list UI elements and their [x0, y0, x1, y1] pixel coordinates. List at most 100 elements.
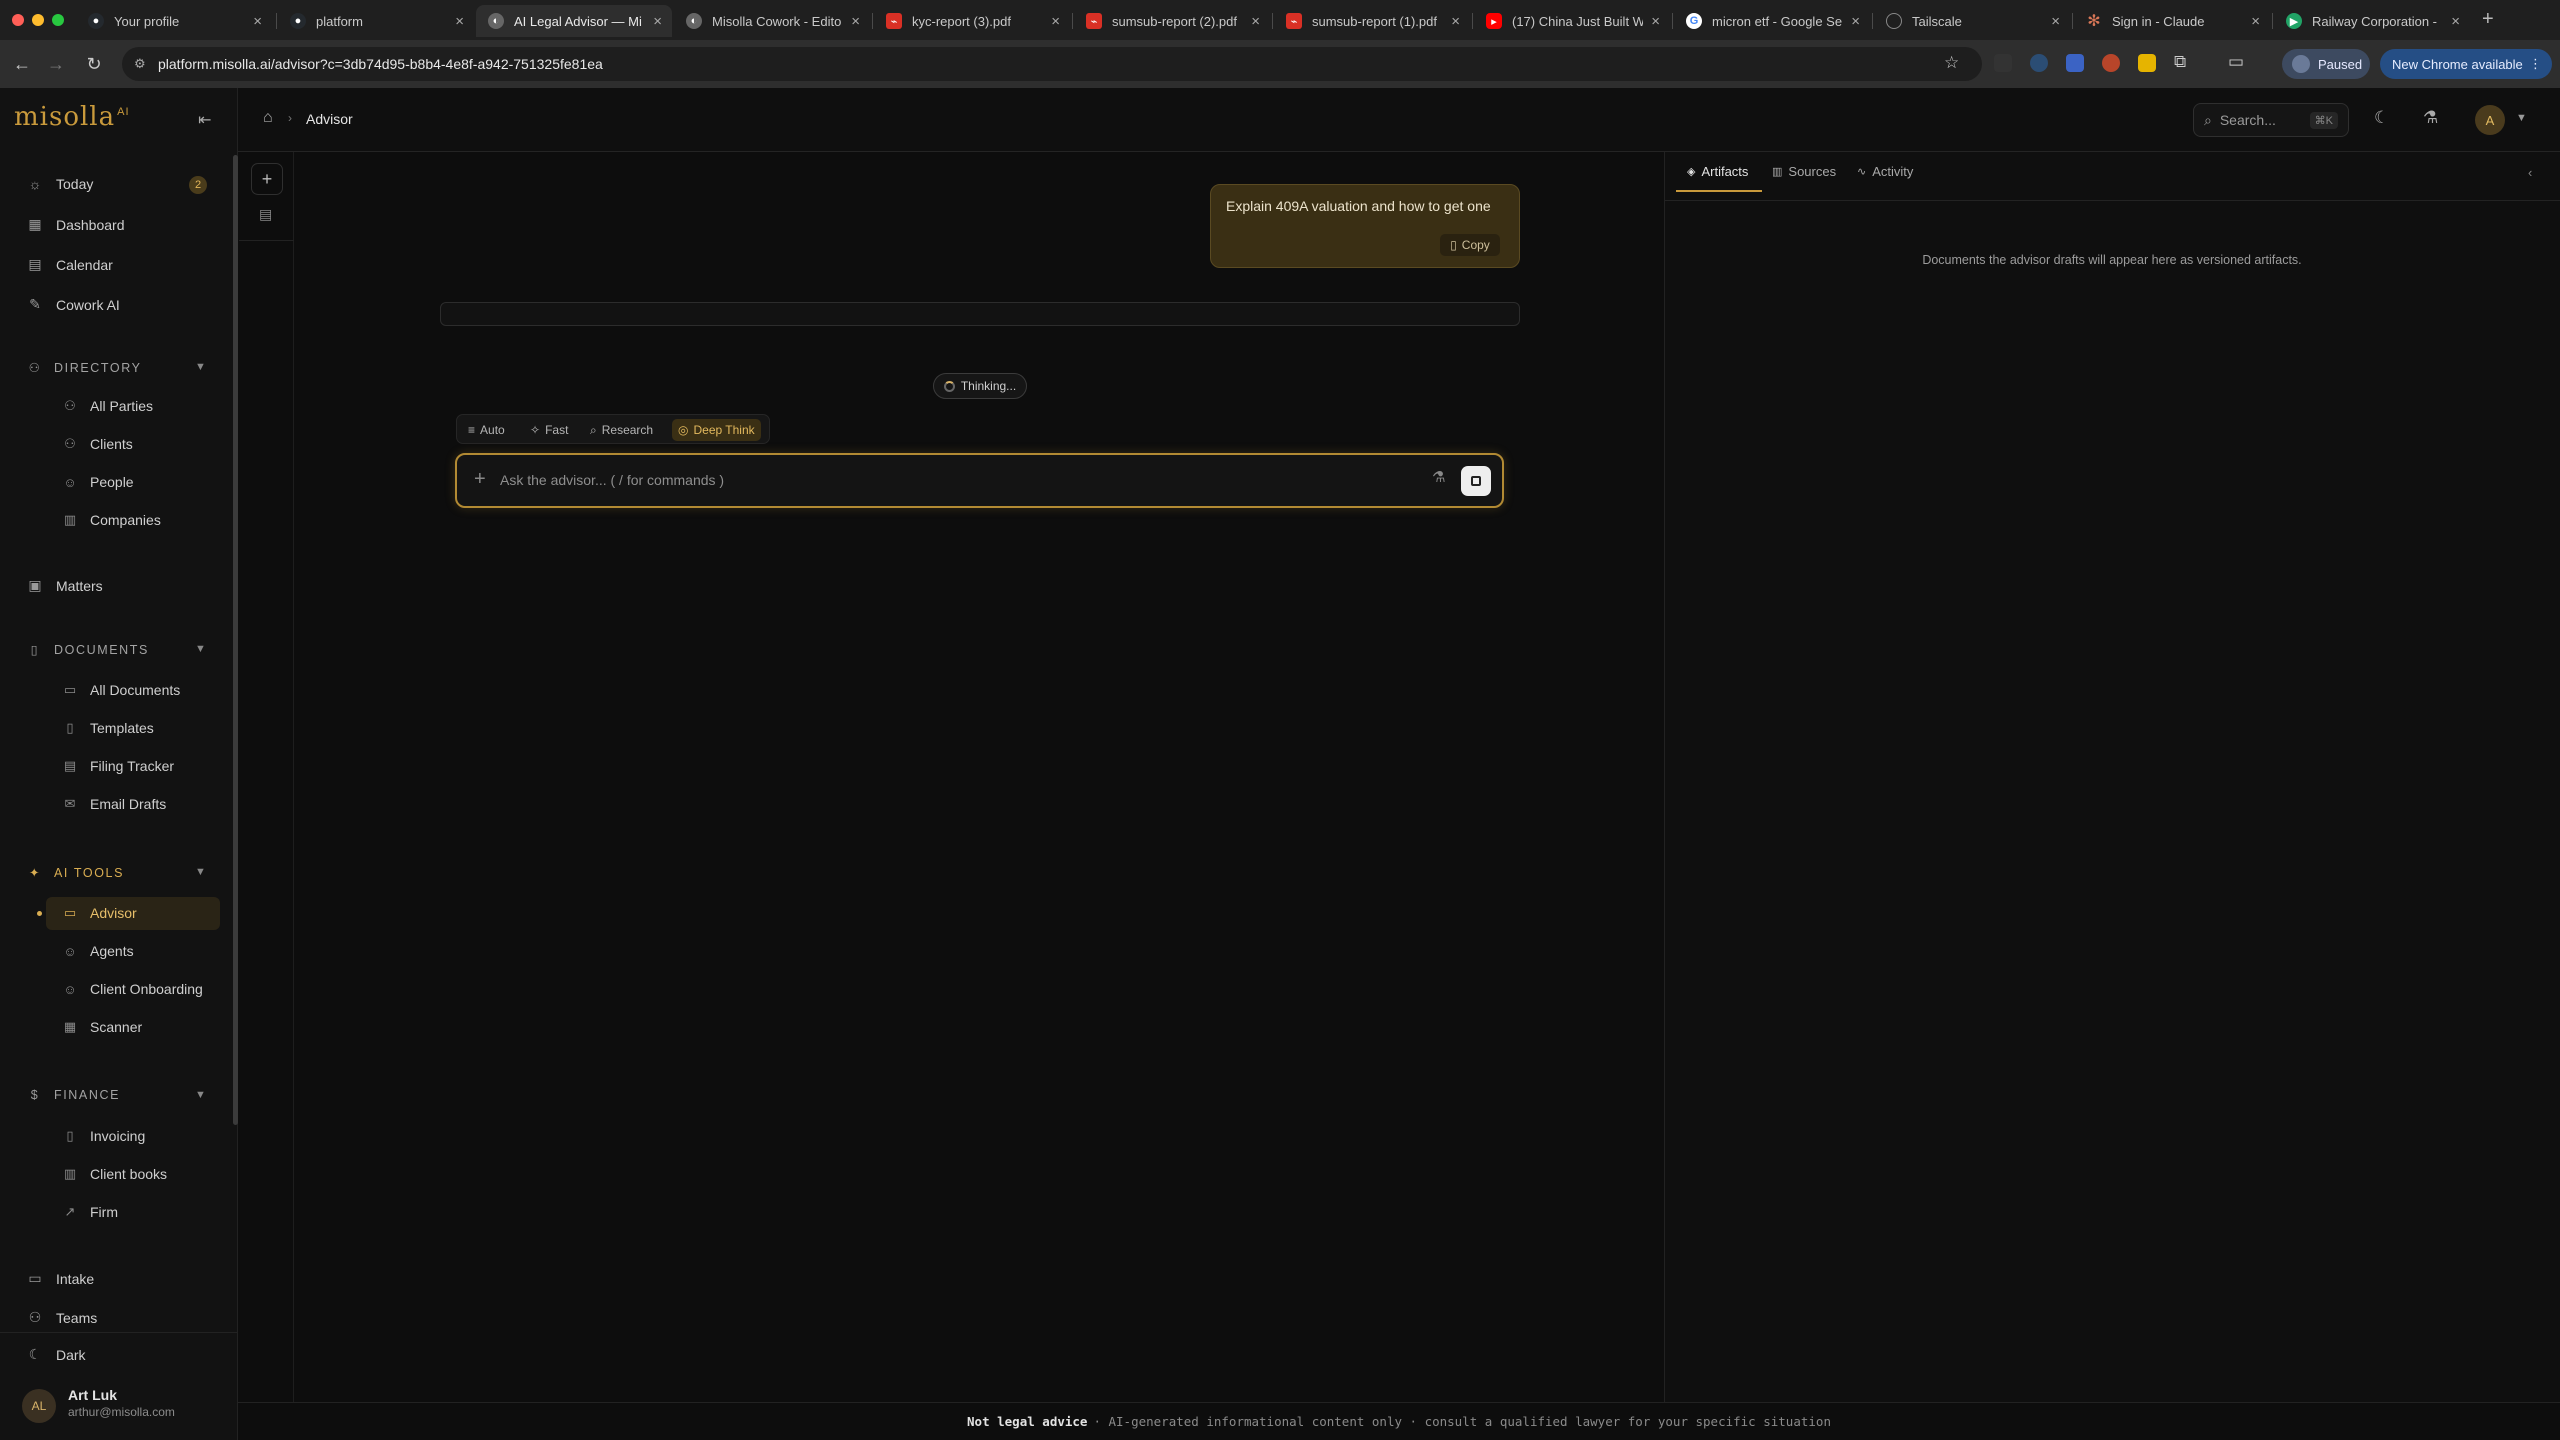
disclaimer-bold: Not legal advice [967, 1414, 1088, 1429]
close-tab-icon[interactable]: × [455, 13, 464, 30]
mode-deep-think[interactable]: ◎ Deep Think [672, 419, 761, 441]
browser-tab[interactable]: ⌁ sumsub-report (2).pdf × [1074, 5, 1270, 37]
forward-icon[interactable]: → [44, 52, 68, 76]
browser-tab[interactable]: ▶ Railway Corporation - × [2274, 5, 2470, 37]
sidebar-item-teams[interactable]: ⚇ Teams [26, 1309, 98, 1326]
sidebar-item-firm[interactable]: ↗ Firm [62, 1204, 118, 1220]
sidebar-item-advisor[interactable]: ▭ Advisor [62, 905, 137, 921]
mode-fast[interactable]: ✧ Fast [524, 419, 574, 441]
minimize-window-button[interactable] [32, 14, 44, 26]
maximize-window-button[interactable] [52, 14, 64, 26]
sidebar-item-email-drafts[interactable]: ✉ Email Drafts [62, 796, 167, 812]
chevron-down-icon[interactable]: ▼ [195, 643, 206, 655]
puzzle-extensions-icon[interactable]: ⧉ [2174, 52, 2186, 72]
sidebar-item-all-documents[interactable]: ▭ All Documents [62, 682, 180, 698]
flask-icon[interactable]: ⚗ [2423, 108, 2438, 128]
misolla-logo[interactable]: misolla AI [14, 102, 130, 132]
new-chat-button[interactable]: + [251, 163, 283, 195]
section-finance[interactable]: $ FINANCE [26, 1088, 120, 1102]
close-tab-icon[interactable]: × [653, 13, 662, 30]
sidebar-item-dashboard[interactable]: ▦ Dashboard [26, 216, 124, 233]
sidebar-item-companies[interactable]: ▥ Companies [62, 512, 161, 528]
close-tab-icon[interactable]: × [851, 13, 860, 30]
close-tab-icon[interactable]: × [1051, 13, 1060, 30]
global-search[interactable]: ⌕ Search... ⌘K [2193, 103, 2349, 137]
browser-tab[interactable]: Gmicron etf - Google Se × [1674, 5, 1870, 37]
copy-message-button[interactable]: ▯ Copy [1440, 234, 1500, 256]
attach-plus-icon[interactable]: + [474, 468, 486, 491]
close-tab-icon[interactable]: × [1651, 13, 1660, 30]
browser-tab[interactable]: ● Your profile × [76, 5, 272, 37]
sidebar-item-client-onboarding[interactable]: ☺ Client Onboarding [62, 981, 203, 997]
sidebar-item-client-books[interactable]: ▥ Client books [62, 1166, 167, 1182]
back-icon[interactable]: ← [10, 52, 34, 76]
close-tab-icon[interactable]: × [1451, 13, 1460, 30]
close-tab-icon[interactable]: × [253, 13, 262, 30]
tab-activity[interactable]: ∿ Activity [1857, 164, 1913, 179]
browser-tab[interactable]: ▸ (17) China Just Built W × [1474, 5, 1670, 37]
user-avatar[interactable]: AL [22, 1389, 56, 1423]
browser-tab[interactable]: ✻ Sign in - Claude × [2074, 5, 2270, 37]
sidebar-item-scanner[interactable]: ▦ Scanner [62, 1019, 142, 1035]
sidebar-item-matters[interactable]: ▣ Matters [26, 577, 102, 594]
flask-icon[interactable]: ⚗ [1432, 468, 1445, 486]
browser-tab[interactable]: ● platform × [278, 5, 474, 37]
mode-research[interactable]: ⌕ Research [584, 419, 659, 441]
close-tab-icon[interactable]: × [2451, 13, 2460, 30]
breadcrumb-separator-icon: › [288, 111, 292, 125]
home-icon[interactable]: ⌂ [263, 109, 273, 127]
chevron-down-icon[interactable]: ▼ [195, 361, 206, 373]
bookmark-star-icon[interactable]: ☆ [1944, 53, 1959, 73]
extension-icon[interactable] [2102, 54, 2120, 72]
extension-icon[interactable] [2138, 54, 2156, 72]
extension-icon[interactable] [2066, 54, 2084, 72]
new-chrome-available-button[interactable]: New Chrome available ⋮ [2380, 49, 2552, 79]
theme-toggle-dark[interactable]: ☾ Dark [26, 1346, 86, 1363]
sidebar-item-all-parties[interactable]: ⚇ All Parties [62, 398, 153, 414]
sidebar-item-invoicing[interactable]: ▯ Invoicing [62, 1128, 145, 1144]
mode-auto[interactable]: ≡ Auto [462, 419, 511, 441]
moon-icon[interactable]: ☾ [2374, 108, 2389, 128]
close-tab-icon[interactable]: × [2051, 13, 2060, 30]
section-documents[interactable]: ▯ DOCUMENTS [26, 642, 149, 658]
close-tab-icon[interactable]: × [1251, 13, 1260, 30]
chevron-down-icon[interactable]: ▼ [195, 866, 206, 878]
browser-tab[interactable]: ⌁ sumsub-report (1).pdf × [1274, 5, 1470, 37]
site-info-icon[interactable]: ⚙ [134, 56, 146, 72]
reload-icon[interactable]: ↻ [82, 52, 106, 76]
extension-icon[interactable] [2030, 54, 2048, 72]
advisor-input[interactable] [500, 466, 1400, 494]
tab-artifacts[interactable]: ◈ Artifacts [1687, 164, 1748, 179]
sidebar-item-intake[interactable]: ▭ Intake [26, 1270, 94, 1287]
chevron-down-icon[interactable]: ▼ [2516, 112, 2527, 124]
sidebar-item-cowork-ai[interactable]: ✎ Cowork AI [26, 296, 120, 313]
sidebar-item-calendar[interactable]: ▤ Calendar [26, 256, 112, 273]
close-tab-icon[interactable]: × [1851, 13, 1860, 30]
section-directory[interactable]: ⚇ DIRECTORY [26, 360, 142, 376]
sidebar-item-filing-tracker[interactable]: ▤ Filing Tracker [62, 758, 174, 774]
collapse-sidebar-icon[interactable]: ⇤ [198, 110, 211, 130]
close-tab-icon[interactable]: × [2251, 13, 2260, 30]
section-ai-tools[interactable]: ✦ AI TOOLS [26, 865, 124, 881]
close-window-button[interactable] [12, 14, 24, 26]
browser-tab-active[interactable]: ◐ AI Legal Advisor — Mi × [476, 5, 672, 37]
tab-sources[interactable]: ▥ Sources [1772, 164, 1836, 179]
browser-tab[interactable]: Tailscale × [1874, 5, 2070, 37]
stop-generation-button[interactable] [1461, 466, 1491, 496]
chevron-down-icon[interactable]: ▼ [195, 1089, 206, 1101]
history-icon[interactable]: ▤ [259, 206, 272, 223]
sidebar-item-clients[interactable]: ⚇ Clients [62, 436, 133, 452]
new-tab-button[interactable]: + [2482, 8, 2494, 31]
header-user-avatar[interactable]: A [2475, 105, 2505, 135]
collapse-panel-icon[interactable]: ‹ [2528, 165, 2532, 180]
profile-paused-button[interactable]: Paused [2282, 49, 2370, 79]
browser-tab[interactable]: ⌁ kyc-report (3).pdf × [874, 5, 1070, 37]
browser-tab[interactable]: ◐ Misolla Cowork - Edito × [674, 5, 870, 37]
sidebar-item-agents[interactable]: ☺ Agents [62, 943, 133, 959]
sidebar-item-people[interactable]: ☺ People [62, 474, 133, 490]
url-text[interactable]: platform.misolla.ai/advisor?c=3db74d95-b… [158, 56, 603, 72]
extension-icon[interactable] [1994, 54, 2012, 72]
sidebar-item-templates[interactable]: ▯ Templates [62, 720, 153, 736]
side-panel-icon[interactable]: ▭ [2228, 52, 2244, 72]
sidebar-item-today[interactable]: ☼ Today [26, 176, 94, 192]
